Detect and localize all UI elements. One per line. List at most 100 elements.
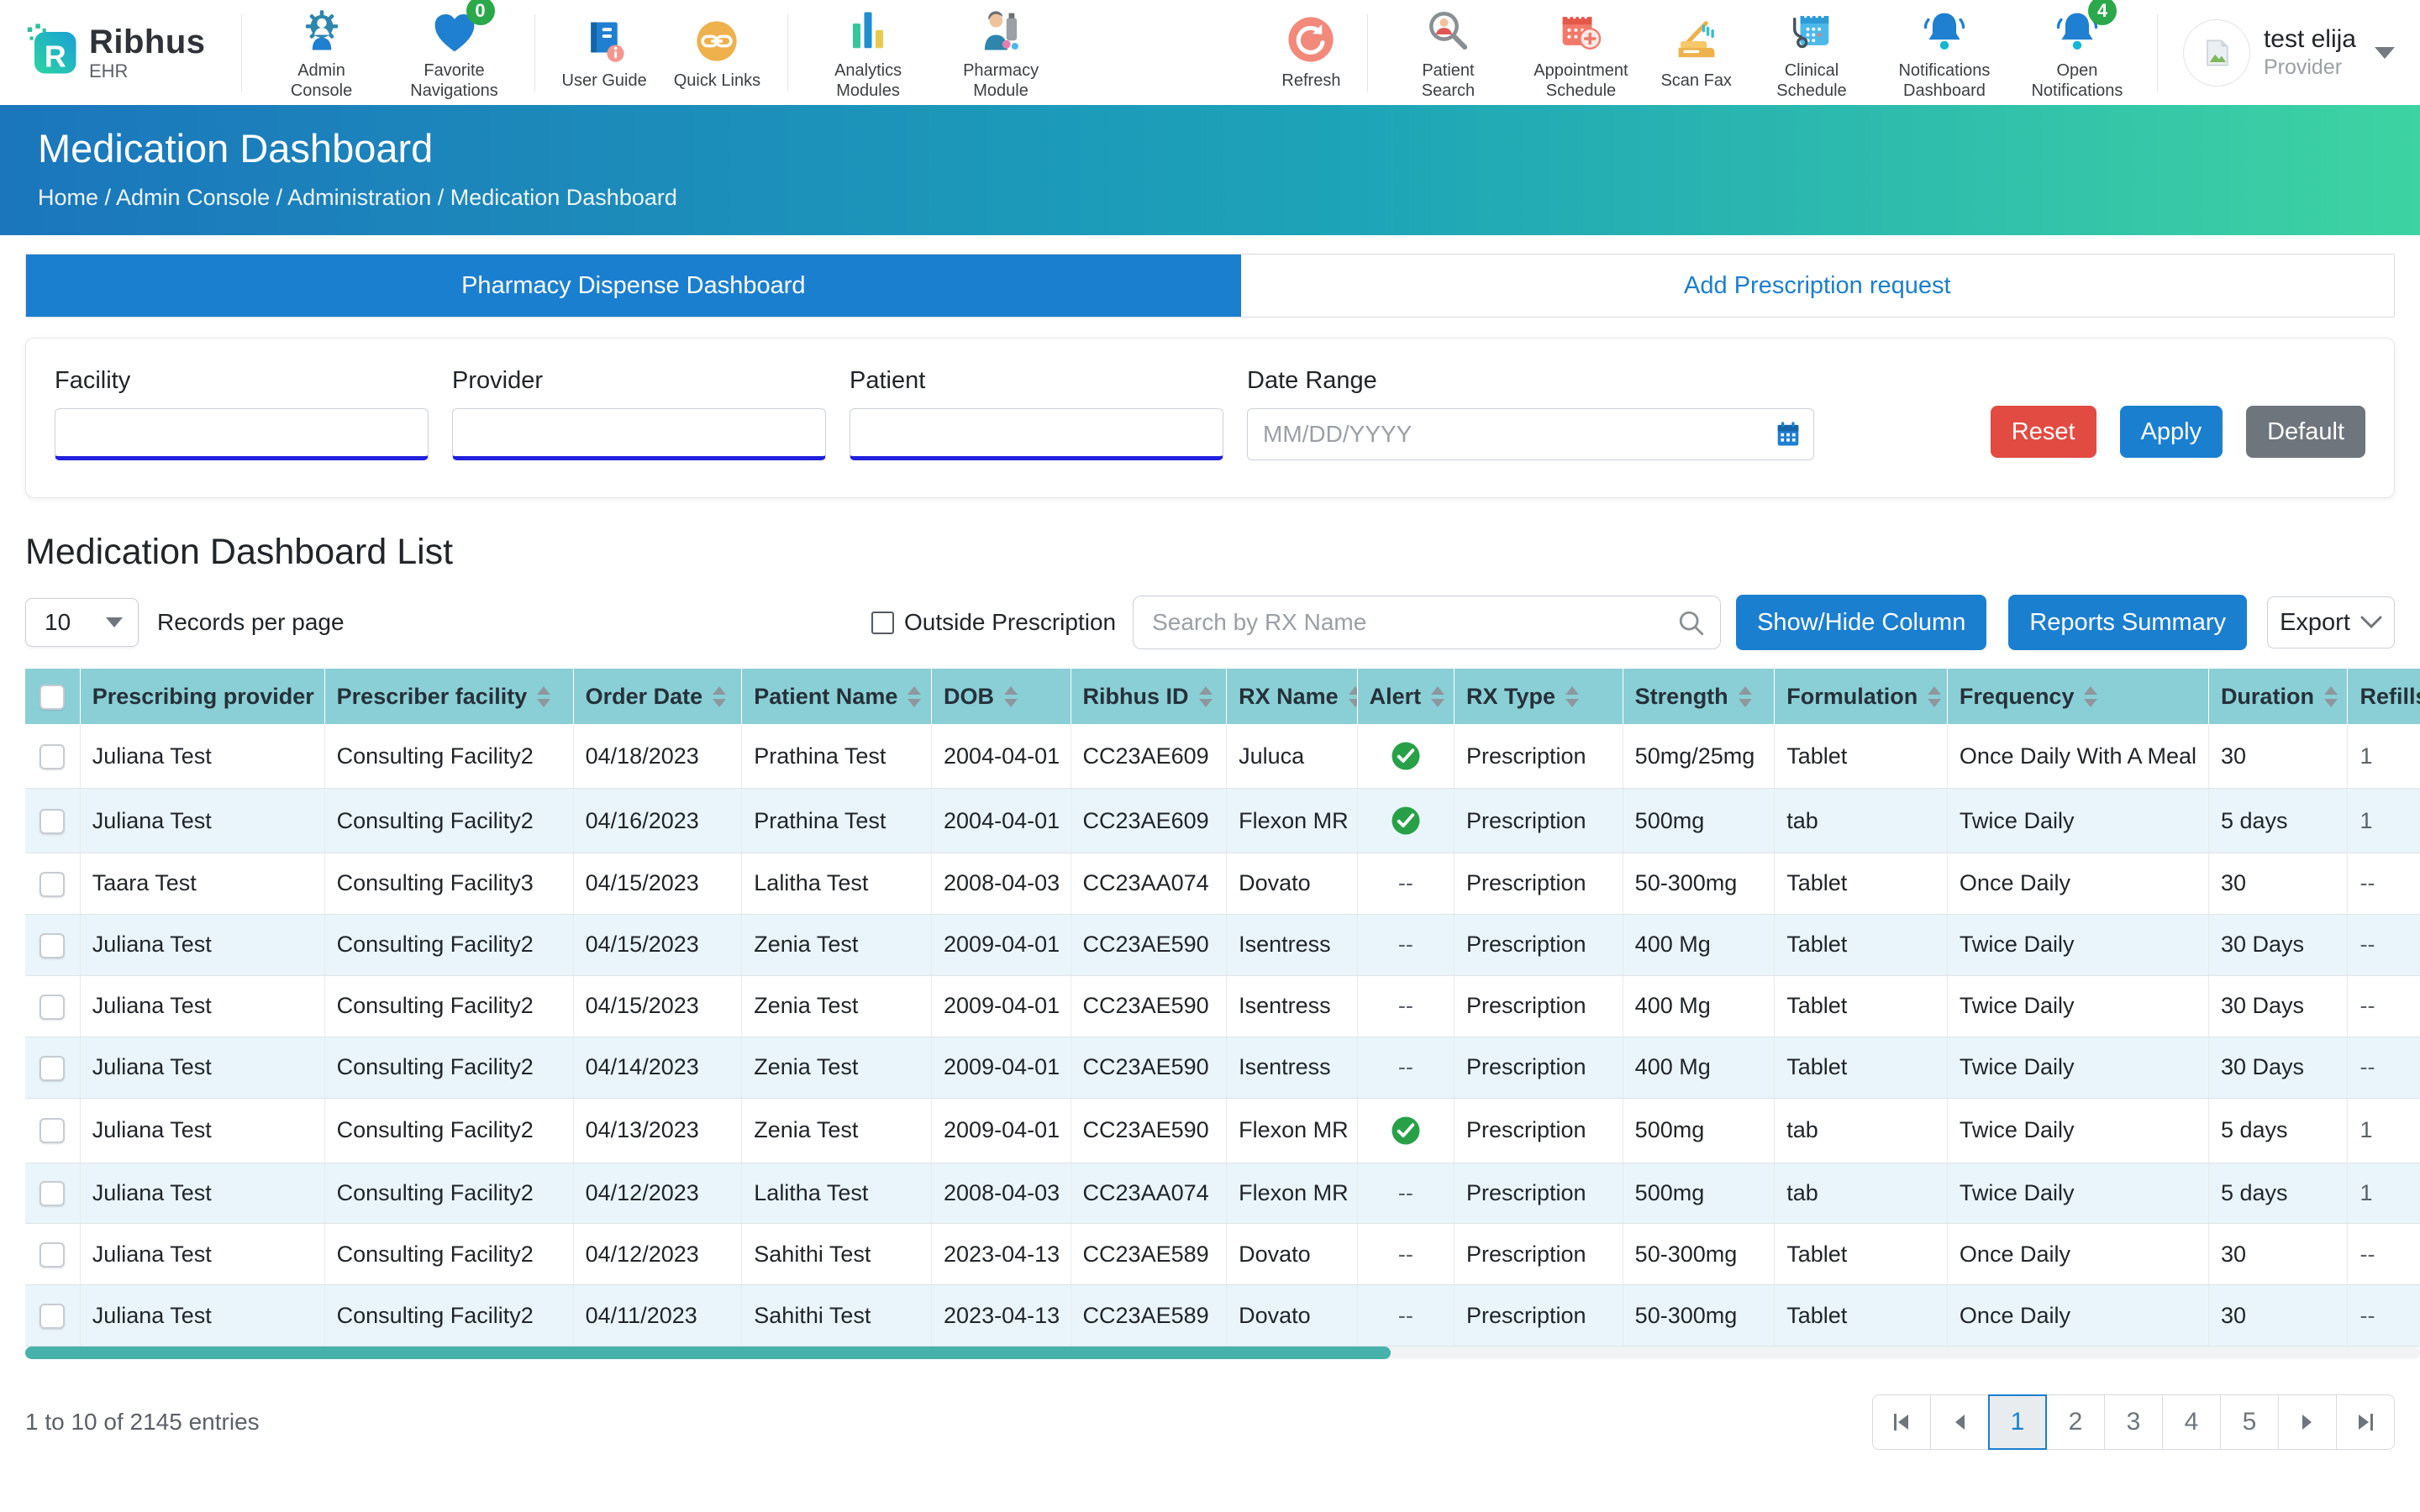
nav-patient-search[interactable]: Patient Search <box>1381 0 1514 106</box>
column-header-duration[interactable]: Duration <box>2208 669 2348 724</box>
export-button[interactable]: Export <box>2267 596 2395 648</box>
row-checkbox[interactable] <box>39 809 65 834</box>
nav-favorite-navigations[interactable]: 0 Favorite Navigations <box>388 0 521 106</box>
column-header-strength[interactable]: Strength <box>1623 669 1775 724</box>
table-row[interactable]: Juliana TestConsulting Facility204/11/20… <box>25 1285 2420 1347</box>
pagination-prev-button[interactable] <box>1930 1394 1989 1450</box>
sort-icon[interactable] <box>2324 686 2338 707</box>
search-icon[interactable] <box>1677 609 1706 642</box>
calendar-icon[interactable] <box>1776 421 1801 452</box>
ribhus-logo[interactable]: R Ribhus EHR <box>25 23 206 82</box>
table-row[interactable]: Juliana TestConsulting Facility204/15/20… <box>25 975 2420 1037</box>
column-header-dob[interactable]: DOB <box>932 669 1071 724</box>
column-header-refills[interactable]: Refills <box>2348 669 2420 724</box>
pagination-page-1[interactable]: 1 <box>1988 1394 2047 1450</box>
cell-rx-type: Prescription <box>1455 1224 1623 1285</box>
horizontal-scrollbar-track[interactable] <box>25 1347 2420 1359</box>
row-checkbox[interactable] <box>39 872 65 897</box>
outside-prescription-checkbox[interactable] <box>871 612 894 634</box>
row-checkbox[interactable] <box>39 1242 65 1268</box>
column-header-rx-type[interactable]: RX Type <box>1455 669 1623 724</box>
show-hide-column-button[interactable]: Show/Hide Column <box>1736 595 1986 650</box>
cell-dob: 2009-04-01 <box>932 1098 1071 1163</box>
user-role: Provider <box>2264 55 2356 80</box>
sort-icon[interactable] <box>2084 686 2097 707</box>
tab-add-prescription-request[interactable]: Add Prescription request <box>1241 255 2394 317</box>
row-checkbox[interactable] <box>39 744 65 769</box>
column-header-rx-name[interactable]: RX Name <box>1227 669 1358 724</box>
column-header-order-date[interactable]: Order Date <box>573 669 742 724</box>
reset-button[interactable]: Reset <box>1991 406 2096 458</box>
pagination-page-2[interactable]: 2 <box>2046 1394 2105 1450</box>
table-row[interactable]: Taara TestConsulting Facility304/15/2023… <box>25 853 2420 915</box>
cell-rx-type: Prescription <box>1455 1163 1623 1224</box>
rx-search-input[interactable] <box>1133 596 1721 649</box>
column-header-alert[interactable]: Alert <box>1357 669 1454 724</box>
pagination-next-button[interactable] <box>2278 1394 2337 1450</box>
provider-input[interactable] <box>452 408 826 460</box>
default-button[interactable]: Default <box>2246 406 2365 458</box>
nav-pharmacy-module[interactable]: Pharmacy Module <box>934 0 1067 106</box>
table-row[interactable]: Juliana TestConsulting Facility204/12/20… <box>25 1224 2420 1285</box>
cell-ribhus-id: CC23AE589 <box>1071 1224 1227 1285</box>
row-checkbox[interactable] <box>39 1304 65 1329</box>
sort-icon[interactable] <box>1565 686 1579 707</box>
sort-icon[interactable] <box>537 686 550 707</box>
sort-icon[interactable] <box>908 686 921 707</box>
reports-summary-button[interactable]: Reports Summary <box>2008 595 2247 650</box>
row-checkbox[interactable] <box>39 1056 65 1081</box>
select-all-checkbox[interactable] <box>39 685 65 710</box>
provider-filter: Provider <box>452 367 826 460</box>
breadcrumb[interactable]: Home / Admin Console / Administration / … <box>38 185 2420 211</box>
sort-icon[interactable] <box>713 686 726 707</box>
sort-icon[interactable] <box>1739 686 1752 707</box>
table-row[interactable]: Juliana TestConsulting Facility204/18/20… <box>25 724 2420 789</box>
nav-quick-links[interactable]: Quick Links <box>660 10 774 96</box>
sort-icon[interactable] <box>1004 686 1018 707</box>
row-checkbox[interactable] <box>39 1118 65 1143</box>
nav-open-notifications[interactable]: 4 Open Notifications <box>2011 0 2144 106</box>
row-checkbox[interactable] <box>39 1181 65 1206</box>
pagination-last-button[interactable] <box>2336 1394 2395 1450</box>
nav-refresh[interactable]: Refresh <box>1268 10 1354 96</box>
nav-scan-fax[interactable]: Scan Fax <box>1647 10 1744 96</box>
table-row[interactable]: Juliana TestConsulting Facility204/14/20… <box>25 1037 2420 1098</box>
date-range-input[interactable] <box>1247 408 1814 460</box>
records-per-page-select[interactable]: 10 <box>25 598 139 647</box>
column-header-prescribing-provider[interactable]: Prescribing provider <box>80 669 324 724</box>
sort-icon[interactable] <box>1928 686 1941 707</box>
table-row[interactable]: Juliana TestConsulting Facility204/13/20… <box>25 1098 2420 1163</box>
nav-notifications-dashboard[interactable]: Notifications Dashboard <box>1878 0 2011 106</box>
column-header-ribhus-id[interactable]: Ribhus ID <box>1071 669 1227 724</box>
column-header-frequency[interactable]: Frequency <box>1947 669 2208 724</box>
column-header-formulation[interactable]: Formulation <box>1775 669 1948 724</box>
tab-pharmacy-dispense-dashboard[interactable]: Pharmacy Dispense Dashboard <box>26 255 1241 317</box>
horizontal-scrollbar-thumb[interactable] <box>25 1347 1391 1359</box>
pagination-page-5[interactable]: 5 <box>2220 1394 2279 1450</box>
table-row[interactable]: Juliana TestConsulting Facility204/12/20… <box>25 1163 2420 1224</box>
cell-duration: 5 days <box>2208 789 2348 853</box>
column-header-prescriber-facility[interactable]: Prescriber facility <box>324 669 573 724</box>
sort-icon[interactable] <box>1199 686 1213 707</box>
pagination-page-4[interactable]: 4 <box>2162 1394 2221 1450</box>
table-row[interactable]: Juliana TestConsulting Facility204/16/20… <box>25 789 2420 853</box>
patient-input[interactable] <box>850 408 1223 460</box>
nav-admin-console[interactable]: Admin Console <box>255 0 388 106</box>
table-row[interactable]: Juliana TestConsulting Facility204/15/20… <box>25 914 2420 975</box>
facility-input[interactable] <box>55 408 429 460</box>
user-menu[interactable]: test elija Provider <box>2183 19 2395 87</box>
nav-label: Clinical Schedule <box>1759 60 1865 101</box>
sort-icon[interactable] <box>1431 686 1444 707</box>
row-checkbox[interactable] <box>39 995 65 1020</box>
sort-icon[interactable] <box>1349 686 1357 707</box>
nav-appointment-schedule[interactable]: Appointment Schedule <box>1514 0 1647 106</box>
apply-button[interactable]: Apply <box>2120 406 2223 458</box>
nav-user-guide[interactable]: User Guide <box>549 10 660 96</box>
pagination-first-button[interactable] <box>1872 1394 1931 1450</box>
nav-analytics-modules[interactable]: Analytics Modules <box>802 0 934 106</box>
row-checkbox[interactable] <box>39 933 65 958</box>
nav-clinical-schedule[interactable]: Clinical Schedule <box>1745 0 1878 106</box>
cell-frequency: Twice Daily <box>1947 975 2208 1037</box>
pagination-page-3[interactable]: 3 <box>2104 1394 2163 1450</box>
column-header-patient-name[interactable]: Patient Name <box>742 669 932 724</box>
